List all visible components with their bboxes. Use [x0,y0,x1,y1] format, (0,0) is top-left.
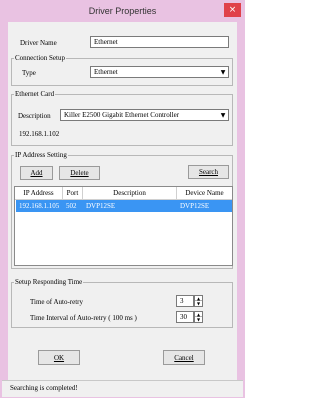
chevron-down-icon[interactable]: ▼ [218,67,228,77]
type-value: Ethernet [94,68,118,76]
driver-name-label: Driver Name [20,39,57,47]
interval-spinner[interactable]: ▲ ▼ [194,311,203,323]
auto-retry-spinner[interactable]: ▲ ▼ [194,295,203,307]
add-button[interactable]: Add [20,166,53,180]
ethernet-card-select[interactable]: Killer E2500 Gigabit Ethernet Controller… [60,109,229,121]
ip-address-table[interactable]: IP Address Port Description Device Name … [14,186,233,266]
description-label: Description [18,112,51,120]
chevron-down-icon[interactable]: ▼ [218,110,228,120]
driver-name-input[interactable]: Ethernet [90,36,229,48]
column-header-port[interactable]: Port [63,187,83,200]
type-label: Type [22,69,36,77]
ip-address-setting-legend: IP Address Setting [15,151,67,159]
cancel-button[interactable]: Cancel [163,350,205,365]
title-bar[interactable]: Driver Properties × [0,0,245,22]
close-button[interactable]: × [224,3,241,17]
status-bar: Searching is completed! [2,380,243,397]
cell-port: 502 [66,202,77,210]
column-header-description[interactable]: Description [83,187,177,200]
driver-properties-window: Driver Properties × Driver Name Ethernet… [0,0,245,398]
column-header-device-name[interactable]: Device Name [177,187,232,200]
spin-down-icon[interactable]: ▼ [195,301,202,306]
cell-description: DVP12SE [86,202,116,210]
spin-down-icon[interactable]: ▼ [195,317,202,322]
search-button[interactable]: Search [188,165,229,179]
ethernet-card-ip: 192.168.1.102 [19,130,60,138]
connection-setup-legend: Connection Setup [15,54,65,62]
dialog-body: Driver Name Ethernet Connection Setup Ty… [8,22,237,386]
interval-label: Time Interval of Auto-retry ( 100 ms ) [30,314,137,322]
auto-retry-input[interactable]: 3 [176,295,194,307]
auto-retry-label: Time of Auto-retry [30,298,84,306]
cell-device-name: DVP12SE [180,202,210,210]
responding-time-legend: Setup Responding Time [15,278,83,286]
delete-button[interactable]: Delete [59,166,100,180]
interval-input[interactable]: 30 [176,311,194,323]
status-text: Searching is completed! [10,384,78,392]
cell-ip-address: 192.168.1.105 [19,202,60,210]
ethernet-card-value: Killer E2500 Gigabit Ethernet Controller [64,111,180,119]
column-header-ip-address[interactable]: IP Address [15,187,63,200]
ok-button[interactable]: OK [38,350,80,365]
window-title: Driver Properties [88,6,157,16]
table-row[interactable]: 192.168.1.105 502 DVP12SE DVP12SE [16,200,232,212]
type-select[interactable]: Ethernet ▼ [90,66,229,78]
ethernet-card-legend: Ethernet Card [15,90,55,98]
